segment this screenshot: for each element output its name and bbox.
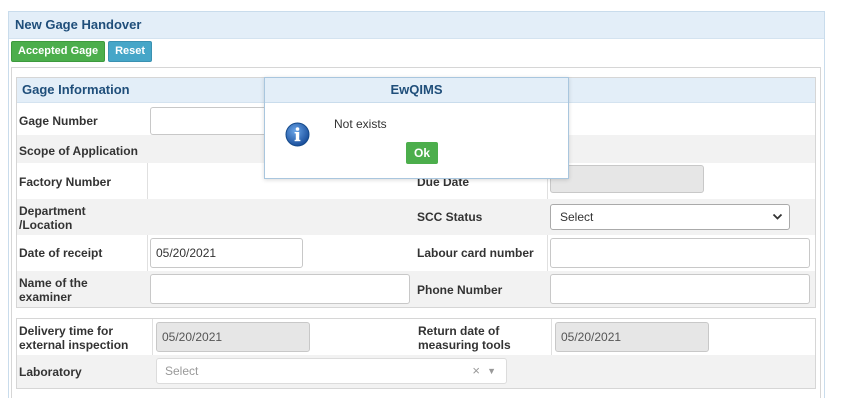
laboratory-select[interactable]: Select × ▼	[156, 358, 507, 384]
gage-number-label: Gage Number	[19, 114, 98, 128]
date-of-receipt-input[interactable]	[150, 238, 303, 268]
examiner-row: Name of the examiner Phone Number	[17, 271, 815, 307]
dialog-message: Not exists	[334, 117, 387, 131]
return-date-label: Return date of measuring tools	[418, 324, 511, 352]
scc-status-select[interactable]: Select	[550, 204, 790, 230]
info-icon	[285, 122, 310, 147]
ok-button[interactable]: Ok	[406, 142, 438, 164]
accepted-gage-button[interactable]: Accepted Gage	[11, 41, 106, 62]
delivery-time-label: Delivery time for external inspection	[19, 324, 129, 352]
panel-title: New Gage Handover	[9, 12, 824, 39]
delivery-row: Delivery time for external inspection Re…	[17, 319, 815, 355]
dropdown-arrow-icon[interactable]: ▼	[487, 359, 496, 383]
factory-number-label: Factory Number	[19, 175, 112, 189]
scc-status-value: Select	[560, 210, 594, 224]
laboratory-label: Laboratory	[19, 365, 82, 379]
message-dialog: EwQIMS Not exists Ok	[264, 77, 569, 179]
department-row: Department /Location SCC Status Select	[17, 199, 815, 235]
laboratory-row: Laboratory Select × ▼	[17, 355, 815, 388]
department-location-label: Department /Location	[19, 204, 86, 232]
clear-icon[interactable]: ×	[472, 359, 480, 383]
delivery-time-input[interactable]	[156, 322, 310, 352]
scope-of-application-label: Scope of Application	[19, 144, 138, 158]
laboratory-placeholder: Select	[165, 364, 199, 378]
date-of-receipt-label: Date of receipt	[19, 246, 103, 260]
labour-card-number-input[interactable]	[550, 238, 810, 268]
chevron-down-icon	[772, 205, 783, 238]
dialog-title: EwQIMS	[265, 78, 568, 103]
phone-number-input[interactable]	[550, 274, 810, 304]
name-of-examiner-input[interactable]	[150, 274, 410, 304]
delivery-section: Delivery time for external inspection Re…	[16, 318, 816, 389]
date-receipt-row: Date of receipt Labour card number	[17, 235, 815, 271]
return-date-input[interactable]	[555, 322, 709, 352]
toolbar: Accepted Gage Reset	[11, 41, 155, 62]
reset-button[interactable]: Reset	[108, 41, 153, 62]
due-date-input[interactable]	[550, 165, 704, 193]
scc-status-label: SCC Status	[417, 210, 483, 224]
phone-number-label: Phone Number	[417, 283, 503, 297]
labour-card-number-label: Labour card number	[417, 246, 534, 260]
name-of-examiner-label: Name of the examiner	[19, 276, 88, 304]
